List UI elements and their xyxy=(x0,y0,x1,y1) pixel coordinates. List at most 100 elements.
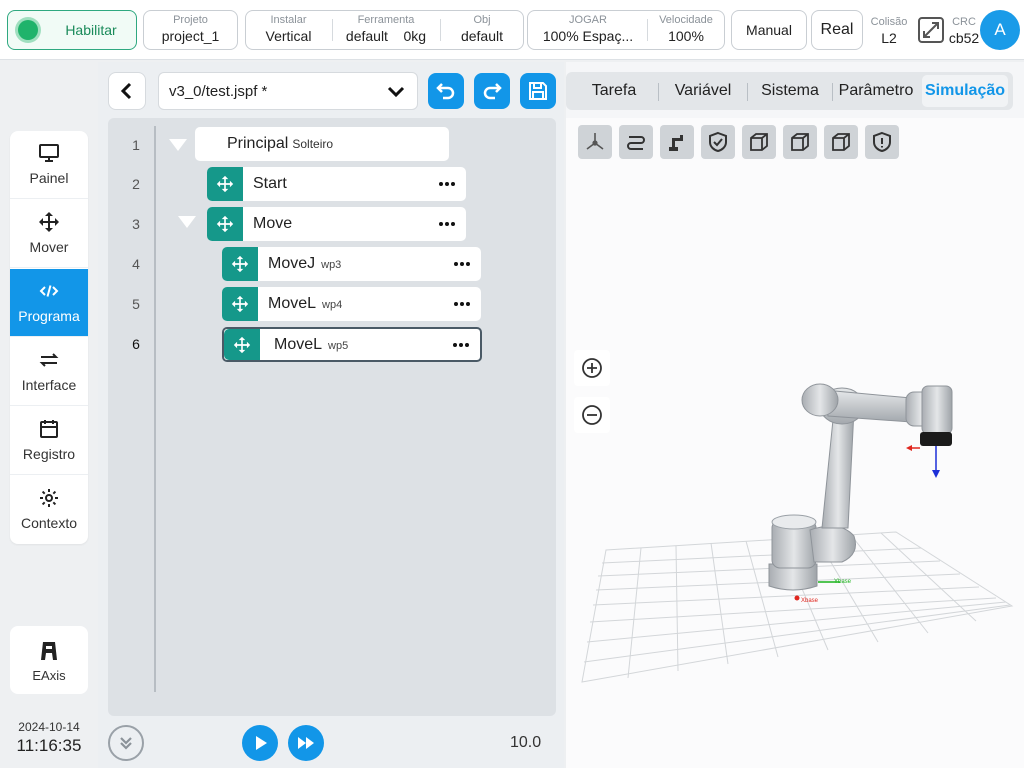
collision-key: Colisão xyxy=(870,16,908,28)
view-warning-button[interactable] xyxy=(865,125,899,159)
tab-parametro[interactable]: Parâmetro xyxy=(833,72,919,110)
nav-label-registro: Registro xyxy=(22,446,76,462)
enable-status-dot xyxy=(18,20,38,40)
nav-item-painel[interactable]: Painel xyxy=(10,131,88,199)
more-options-icon[interactable] xyxy=(452,339,470,351)
view-cube-top-button[interactable] xyxy=(824,125,858,159)
nav-item-registro[interactable]: Registro xyxy=(10,407,88,475)
tab-variavel[interactable]: Variável xyxy=(659,72,747,110)
program-file-select[interactable]: v3_0/test.jspf * xyxy=(158,72,418,110)
install-key: Instalar xyxy=(270,14,307,26)
node-name: MoveL xyxy=(268,295,317,312)
top-status-bar: Habilitar Projeto project_1 Instalar Ver… xyxy=(0,0,1024,60)
tree-node-movel-wp4[interactable]: MoveL wp4 xyxy=(222,287,481,321)
undo-button[interactable] xyxy=(428,73,464,109)
back-button[interactable] xyxy=(108,72,146,110)
nav-label-mover: Mover xyxy=(29,239,69,255)
play-button[interactable] xyxy=(242,725,278,761)
project-value: project_1 xyxy=(161,28,220,44)
install-tool-obj-box[interactable]: Instalar Vertical Ferramenta default 0kg… xyxy=(245,10,524,50)
move-arrows-icon xyxy=(216,215,234,233)
collision-value: L2 xyxy=(881,30,897,46)
nav-item-programa[interactable]: Programa xyxy=(10,269,88,337)
tree-node-start[interactable]: Start xyxy=(207,167,466,201)
eaxis-button[interactable]: EAxis xyxy=(10,626,88,694)
speed-key: Velocidade xyxy=(659,14,713,26)
step-forward-button[interactable] xyxy=(288,725,324,761)
speed-value: 10.0 xyxy=(510,734,542,751)
redo-button[interactable] xyxy=(474,73,510,109)
move-arrows-icon xyxy=(216,175,234,193)
tab-sistema[interactable]: Sistema xyxy=(748,72,832,110)
nav-label-painel: Painel xyxy=(29,170,69,186)
install-cell[interactable]: Instalar Vertical xyxy=(246,11,331,49)
view-cube-front-button[interactable] xyxy=(742,125,776,159)
view-path-button[interactable] xyxy=(619,125,653,159)
nav-item-interface[interactable]: Interface xyxy=(10,338,88,406)
node-sub: wp5 xyxy=(328,340,349,352)
line-number: 5 xyxy=(132,296,140,312)
move-arrows-icon xyxy=(231,295,249,313)
drag-handle[interactable] xyxy=(207,207,243,241)
swap-arrows-icon xyxy=(39,353,59,367)
manual-label: Manual xyxy=(746,22,792,38)
calendar-icon xyxy=(40,420,58,438)
path-icon xyxy=(627,136,645,150)
user-avatar[interactable]: A xyxy=(980,10,1020,50)
scroll-down-button[interactable] xyxy=(108,725,144,761)
save-button[interactable] xyxy=(520,73,556,109)
collision-indicator[interactable]: Colisão L2 xyxy=(866,13,912,51)
line-number: 3 xyxy=(132,216,140,232)
nav-item-contexto[interactable]: Contexto xyxy=(10,476,88,544)
drag-handle[interactable] xyxy=(222,247,258,281)
monitor-icon xyxy=(39,144,59,162)
drag-handle[interactable] xyxy=(207,167,243,201)
program-file-name: v3_0/test.jspf * xyxy=(169,83,268,100)
collapse-toggle-principal[interactable] xyxy=(169,139,187,151)
eaxis-label: EAxis xyxy=(32,668,66,683)
more-options-icon[interactable] xyxy=(438,218,456,230)
collapse-toggle-move[interactable] xyxy=(178,216,196,228)
enable-label: Habilitar xyxy=(65,22,117,38)
node-sub: wp3 xyxy=(321,259,342,271)
tab-simulacao[interactable]: Simulação xyxy=(922,75,1008,107)
more-options-icon[interactable] xyxy=(453,298,471,310)
view-cube-side-button[interactable] xyxy=(783,125,817,159)
robot-arm-icon xyxy=(669,135,683,151)
tree-guide-line xyxy=(154,126,156,692)
node-name: Start xyxy=(253,175,287,192)
obj-cell[interactable]: Obj default xyxy=(441,11,523,49)
obj-key: Obj xyxy=(473,14,491,26)
more-options-icon[interactable] xyxy=(438,178,456,190)
nav-item-mover[interactable]: Mover xyxy=(10,200,88,268)
tree-node-movej-wp3[interactable]: MoveJ wp3 xyxy=(222,247,481,281)
more-options-icon[interactable] xyxy=(453,258,471,270)
install-value: Vertical xyxy=(265,28,312,44)
project-box[interactable]: Projeto project_1 xyxy=(143,10,238,50)
tree-node-move[interactable]: Move xyxy=(207,207,466,241)
robot-lower-arm xyxy=(821,409,855,529)
jog-cell[interactable]: JOGAR 100% Espaç... xyxy=(532,11,644,49)
view-safety-button[interactable] xyxy=(701,125,735,159)
play-icon xyxy=(256,736,267,750)
manual-button[interactable]: Manual xyxy=(731,10,807,50)
jog-speed-box[interactable]: JOGAR 100% Espaç... Velocidade 100% xyxy=(527,10,725,50)
drag-handle[interactable] xyxy=(224,329,260,360)
node-sub: Solteiro xyxy=(292,137,334,151)
speed-cell[interactable]: Velocidade 100% xyxy=(648,11,724,49)
tool-key: Ferramenta xyxy=(357,14,415,26)
enable-button[interactable]: Habilitar xyxy=(7,10,137,50)
tab-tarefa[interactable]: Tarefa xyxy=(570,72,658,110)
view-axis-button[interactable] xyxy=(578,125,612,159)
drag-handle[interactable] xyxy=(222,287,258,321)
tool-cell[interactable]: Ferramenta default 0kg xyxy=(333,11,439,49)
tree-node-movel-wp5[interactable]: MoveL wp5 xyxy=(222,327,482,362)
tree-node-principal[interactable]: Principal Solteiro xyxy=(195,127,449,161)
real-button[interactable]: Real xyxy=(811,10,863,50)
shield-check-icon xyxy=(709,131,727,153)
tool-name: default xyxy=(345,28,388,44)
view-robot-button[interactable] xyxy=(660,125,694,159)
move-arrows-icon xyxy=(39,212,59,232)
line-number: 6 xyxy=(132,336,140,352)
fullscreen-icon[interactable] xyxy=(917,16,945,44)
